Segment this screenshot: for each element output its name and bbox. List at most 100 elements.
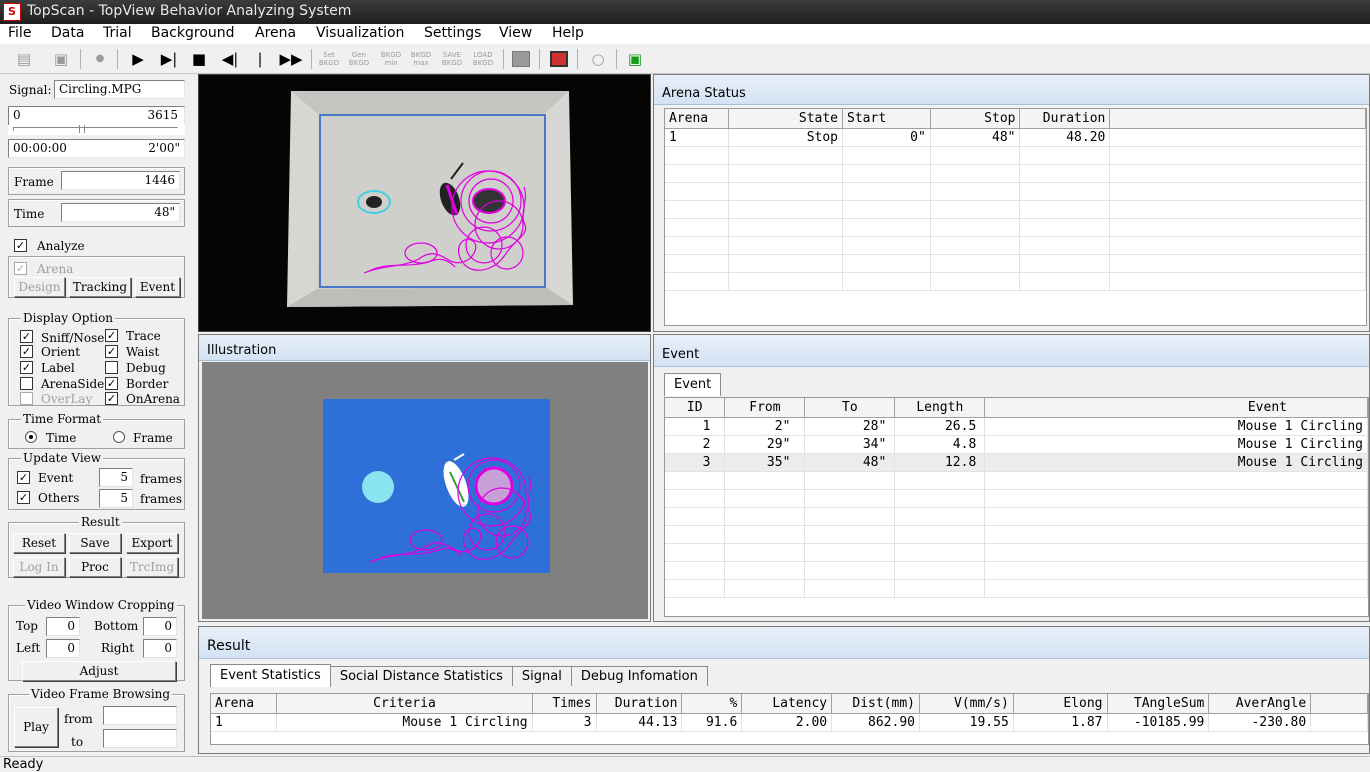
col-event[interactable]: Event [984,398,1368,418]
stop-icon[interactable]: ■ [187,48,211,70]
circle-icon[interactable]: ○ [586,48,610,70]
tab-social-distance-statistics[interactable]: Social Distance Statistics [329,666,513,686]
tracking-button[interactable]: Tracking [69,277,131,297]
green-camera-icon[interactable]: ▣ [623,48,647,70]
reset-button[interactable]: Reset [13,533,65,553]
table-row[interactable]: 1 2" 28" 26.5 Mouse 1 Circling [665,417,1368,436]
analyze-checkbox[interactable]: ✓ [14,239,27,252]
tab-event[interactable]: Event [664,373,722,396]
col-duration[interactable]: Duration [1019,109,1111,129]
menu-background[interactable]: Background [151,25,235,41]
login-button[interactable]: Log In [13,557,65,577]
col-averangle[interactable]: AverAngle [1208,694,1312,714]
open-icon[interactable]: ▤ [12,48,36,70]
frame-field[interactable]: 1446 [61,171,180,190]
load-bkgd-button[interactable]: LOAD BKGD [471,48,495,70]
topscan-logo-icon[interactable]: S [3,3,21,21]
col-velocity[interactable]: V(mm/s) [919,694,1014,714]
fast-forward-icon[interactable]: ▶▶ [279,48,303,70]
col-criteria[interactable]: Criteria [276,694,533,714]
crop-left-field[interactable]: 0 [46,639,80,658]
tab-signal[interactable]: Signal [511,666,572,686]
record-icon[interactable]: ● [88,48,112,70]
orient-checkbox[interactable]: ✓ [20,345,33,358]
browse-from-field[interactable] [103,706,177,725]
col-state[interactable]: State [728,109,844,129]
col-tanglesum[interactable]: TAngleSum [1107,694,1210,714]
camera-icon[interactable]: ▣ [49,48,73,70]
menu-arena[interactable]: Arena [255,25,296,41]
col-id[interactable]: ID [665,398,726,418]
col-arena[interactable]: Arena [665,109,730,129]
crop-right-field[interactable]: 0 [143,639,177,658]
menu-trial[interactable]: Trial [103,25,132,41]
rewind-icon[interactable]: |◀◀ [248,48,272,90]
trace-checkbox[interactable]: ✓ [105,329,118,342]
menu-help[interactable]: Help [552,25,584,41]
col-start[interactable]: Start [842,109,931,129]
col-length[interactable]: Length [894,398,986,418]
video-panel[interactable] [198,74,651,332]
browse-to-field[interactable] [103,729,177,748]
col-stop[interactable]: Stop [930,109,1021,129]
set-bkgd-button[interactable]: Set BKGD [317,48,341,70]
bkgd-max-button[interactable]: BKGD max [409,48,433,70]
table-row[interactable]: 1 Stop 0" 48" 48.20 [665,128,1366,147]
tab-event-statistics[interactable]: Event Statistics [210,664,331,687]
play-icon[interactable]: ▶ [126,48,150,70]
export-button[interactable]: Export [126,533,178,553]
col-duration[interactable]: Duration [596,694,683,714]
proc-button[interactable]: Proc [69,557,121,577]
col-from[interactable]: From [724,398,806,418]
signal-field[interactable]: Circling.MPG [54,80,185,99]
col-percent[interactable]: % [681,694,743,714]
gray-box-icon[interactable] [509,48,533,70]
event-update-checkbox[interactable]: ✓ [17,471,30,484]
tab-debug-infomation[interactable]: Debug Infomation [570,666,708,686]
arenaside-checkbox[interactable] [20,377,33,390]
crop-top-field[interactable]: 0 [46,617,80,636]
crop-bottom-field[interactable]: 0 [143,617,177,636]
design-button[interactable]: Design [14,277,65,297]
label-checkbox[interactable]: ✓ [20,361,33,374]
table-row[interactable]: 3 35" 48" 12.8 Mouse 1 Circling [665,453,1368,472]
others-update-checkbox[interactable]: ✓ [17,491,30,504]
debug-checkbox[interactable] [105,361,118,374]
col-times[interactable]: Times [532,694,597,714]
time-radio[interactable] [25,431,37,443]
bkgd-min-button[interactable]: BKGD min [379,48,403,70]
slider-thumb[interactable] [79,125,85,133]
col-dist[interactable]: Dist(mm) [831,694,920,714]
arena-checkbox[interactable]: ✓ [14,262,27,275]
save-button[interactable]: Save [69,533,121,553]
menu-visualization[interactable]: Visualization [316,25,404,41]
menu-settings[interactable]: Settings [424,25,481,41]
frame-radio[interactable] [113,431,125,443]
col-elong[interactable]: Elong [1013,694,1108,714]
col-to[interactable]: To [804,398,896,418]
trcimg-button[interactable]: TrcImg [126,557,178,577]
table-row[interactable]: 1 Mouse 1 Circling 3 44.13 91.6 2.00 862… [211,713,1368,732]
waist-checkbox[interactable]: ✓ [105,345,118,358]
col-latency[interactable]: Latency [741,694,833,714]
menu-view[interactable]: View [499,25,532,41]
onarena-checkbox[interactable]: ✓ [105,392,118,405]
table-row[interactable]: 2 29" 34" 4.8 Mouse 1 Circling [665,435,1368,454]
col-arena[interactable]: Arena [211,694,278,714]
play-button[interactable]: Play [14,707,58,747]
adjust-button[interactable]: Adjust [22,661,176,681]
save-bkgd-button[interactable]: SAVE BKGD [440,48,464,70]
frame-slider[interactable] [8,125,185,135]
overlay-checkbox[interactable] [20,392,33,405]
step-forward-icon[interactable]: ▶| [157,48,181,70]
time-field[interactable]: 48" [61,203,180,222]
border-checkbox[interactable]: ✓ [105,377,118,390]
step-back-icon[interactable]: ◀| [218,48,242,70]
gen-bkgd-button[interactable]: Gen BKGD [347,48,371,70]
chart-icon[interactable] [547,48,571,70]
event-button[interactable]: Event [135,277,180,297]
others-frames-field[interactable]: 5 [99,489,133,508]
menu-data[interactable]: Data [51,25,84,41]
event-frames-field[interactable]: 5 [99,468,133,487]
sniff-nose-checkbox[interactable]: ✓ [20,330,33,343]
